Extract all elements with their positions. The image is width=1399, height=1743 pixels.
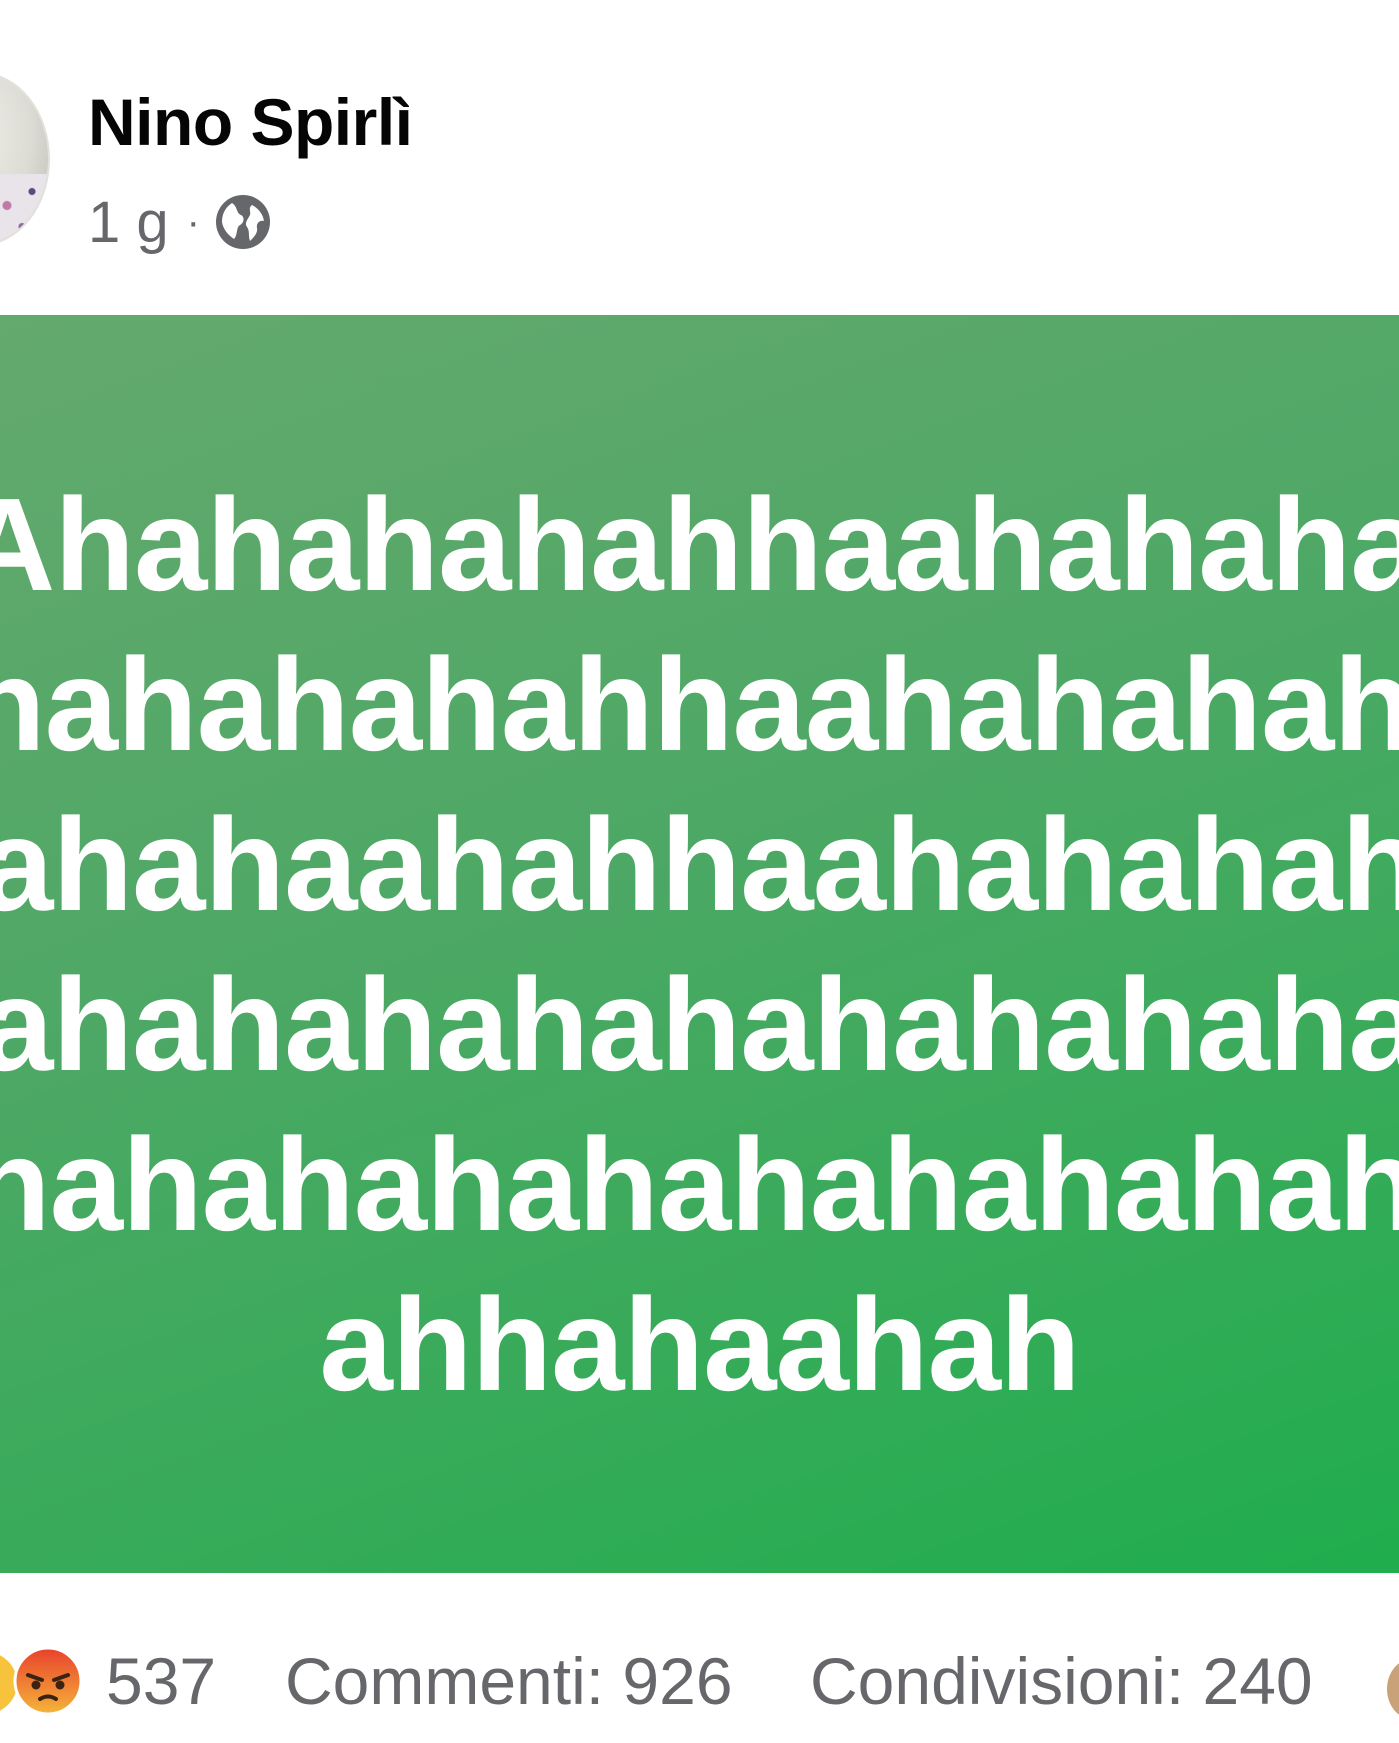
facebook-post: Nino Spirlì 1 g · Ahahahahahhaahahahaha … xyxy=(0,0,1399,1743)
post-text-line-3: ahahaahahhaahahahahah xyxy=(0,791,1399,938)
background-post-text: Ahahahahahhaahahahaha nahahahahhaahahaha… xyxy=(0,465,1399,1425)
background-text-post: Ahahahahahhaahahahaha nahahahahhaahahaha… xyxy=(0,315,1399,1573)
globe-icon[interactable] xyxy=(214,193,272,251)
post-text-line-1: Ahahahahahhaahahahaha xyxy=(0,471,1399,618)
post-text-line-6: ahhahaahah xyxy=(319,1271,1080,1418)
avatar-pattern xyxy=(0,174,48,244)
viewer-avatar-icon[interactable] xyxy=(1387,1659,1399,1719)
shares-count[interactable]: Condivisioni: 240 xyxy=(810,1643,1313,1719)
post-text-line-2: nahahahahhaahahahahah xyxy=(0,631,1399,778)
post-text-line-5: nahahahahahahahahahha xyxy=(0,1111,1399,1258)
post-meta: 1 g · xyxy=(88,189,272,256)
meta-separator: · xyxy=(186,200,200,244)
angry-icon xyxy=(13,1646,83,1716)
post-footer: 537 Commenti: 926 Condivisioni: 240 xyxy=(0,1573,1399,1743)
author-avatar[interactable] xyxy=(0,72,50,246)
comments-count[interactable]: Commenti: 926 xyxy=(285,1643,733,1719)
post-text-line-4: ahahahahahahahahahaha xyxy=(0,951,1399,1098)
reaction-count[interactable]: 537 xyxy=(106,1643,216,1719)
post-time[interactable]: 1 g xyxy=(88,189,169,256)
author-name[interactable]: Nino Spirlì xyxy=(88,84,413,160)
post-header: Nino Spirlì 1 g · xyxy=(0,0,1399,315)
